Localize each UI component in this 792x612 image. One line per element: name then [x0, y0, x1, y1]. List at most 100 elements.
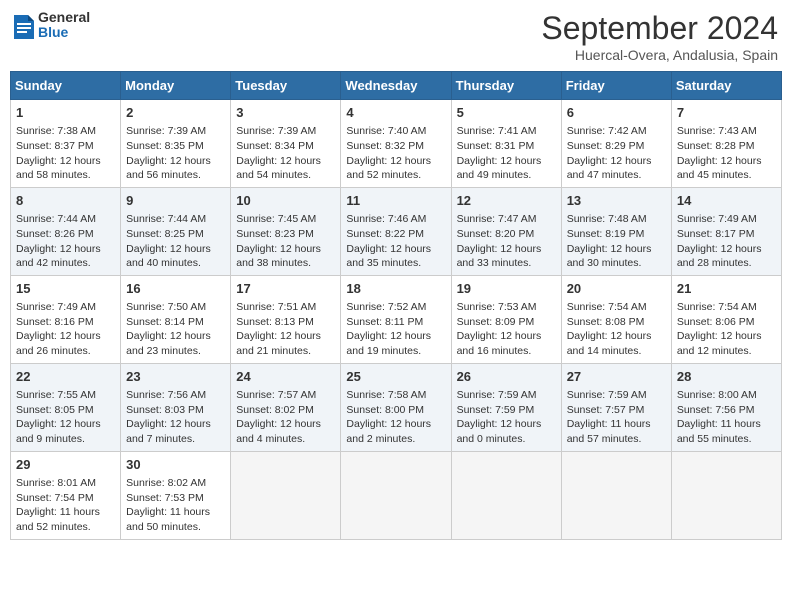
calendar-cell: 18Sunrise: 7:52 AMSunset: 8:11 PMDayligh… [341, 275, 451, 363]
day-info: Daylight: 12 hours [16, 417, 115, 432]
calendar-cell [451, 451, 561, 539]
day-number: 13 [567, 192, 666, 210]
day-info: Sunrise: 7:52 AM [346, 300, 445, 315]
day-number: 12 [457, 192, 556, 210]
day-number: 15 [16, 280, 115, 298]
day-number: 23 [126, 368, 225, 386]
logo-icon [14, 11, 34, 39]
day-info: Sunrise: 7:47 AM [457, 212, 556, 227]
day-number: 10 [236, 192, 335, 210]
day-info: Daylight: 11 hours [567, 417, 666, 432]
day-info: Sunrise: 7:59 AM [457, 388, 556, 403]
day-info: and 4 minutes. [236, 432, 335, 447]
day-info: Daylight: 12 hours [346, 154, 445, 169]
day-info: Sunrise: 7:42 AM [567, 124, 666, 139]
calendar-cell: 25Sunrise: 7:58 AMSunset: 8:00 PMDayligh… [341, 363, 451, 451]
day-info: Daylight: 11 hours [677, 417, 776, 432]
day-number: 20 [567, 280, 666, 298]
day-info: Sunrise: 7:43 AM [677, 124, 776, 139]
day-info: Daylight: 12 hours [236, 417, 335, 432]
day-info: Sunrise: 7:55 AM [16, 388, 115, 403]
calendar-cell [671, 451, 781, 539]
day-info: and 19 minutes. [346, 344, 445, 359]
day-info: Daylight: 12 hours [126, 417, 225, 432]
day-info: Sunset: 8:03 PM [126, 403, 225, 418]
day-info: Sunrise: 7:49 AM [677, 212, 776, 227]
day-info: Sunset: 8:02 PM [236, 403, 335, 418]
day-info: and 45 minutes. [677, 168, 776, 183]
calendar-cell: 16Sunrise: 7:50 AMSunset: 8:14 PMDayligh… [121, 275, 231, 363]
logo: General Blue [14, 10, 90, 41]
day-info: Sunset: 8:28 PM [677, 139, 776, 154]
day-info: Sunset: 8:06 PM [677, 315, 776, 330]
calendar-cell: 24Sunrise: 7:57 AMSunset: 8:02 PMDayligh… [231, 363, 341, 451]
day-number: 8 [16, 192, 115, 210]
day-number: 22 [16, 368, 115, 386]
day-info: Sunset: 7:53 PM [126, 491, 225, 506]
day-number: 16 [126, 280, 225, 298]
day-number: 24 [236, 368, 335, 386]
day-info: Sunset: 8:14 PM [126, 315, 225, 330]
day-info: Sunset: 8:11 PM [346, 315, 445, 330]
day-info: and 21 minutes. [236, 344, 335, 359]
day-info: Daylight: 12 hours [346, 329, 445, 344]
day-info: Sunset: 8:08 PM [567, 315, 666, 330]
day-info: and 26 minutes. [16, 344, 115, 359]
calendar-cell: 17Sunrise: 7:51 AMSunset: 8:13 PMDayligh… [231, 275, 341, 363]
day-info: Sunrise: 7:39 AM [126, 124, 225, 139]
day-info: and 9 minutes. [16, 432, 115, 447]
day-info: Sunrise: 7:51 AM [236, 300, 335, 315]
day-info: and 56 minutes. [126, 168, 225, 183]
day-info: Daylight: 12 hours [126, 154, 225, 169]
day-info: Daylight: 12 hours [677, 154, 776, 169]
day-info: Daylight: 12 hours [457, 417, 556, 432]
day-info: Sunrise: 7:44 AM [16, 212, 115, 227]
day-info: Sunrise: 7:45 AM [236, 212, 335, 227]
header-sunday: Sunday [11, 72, 121, 100]
calendar-cell: 27Sunrise: 7:59 AMSunset: 7:57 PMDayligh… [561, 363, 671, 451]
day-info: and 16 minutes. [457, 344, 556, 359]
day-info: Sunset: 8:05 PM [16, 403, 115, 418]
day-info: and 57 minutes. [567, 432, 666, 447]
day-info: Daylight: 12 hours [236, 154, 335, 169]
calendar-cell [231, 451, 341, 539]
calendar-cell: 22 Sunrise: 7:55 AMSunset: 8:05 PMDayligh… [11, 363, 121, 451]
day-info: Sunset: 8:25 PM [126, 227, 225, 242]
day-number: 27 [567, 368, 666, 386]
calendar-cell: 13Sunrise: 7:48 AMSunset: 8:19 PMDayligh… [561, 187, 671, 275]
day-info: Sunrise: 8:00 AM [677, 388, 776, 403]
calendar-table: SundayMondayTuesdayWednesdayThursdayFrid… [10, 71, 782, 540]
day-info: Sunset: 8:37 PM [16, 139, 115, 154]
day-info: Sunset: 8:17 PM [677, 227, 776, 242]
day-number: 14 [677, 192, 776, 210]
day-number: 4 [346, 104, 445, 122]
day-info: and 47 minutes. [567, 168, 666, 183]
day-number: 25 [346, 368, 445, 386]
day-info: Sunrise: 8:02 AM [126, 476, 225, 491]
day-info: and 23 minutes. [126, 344, 225, 359]
calendar-cell: 15Sunrise: 7:49 AMSunset: 8:16 PMDayligh… [11, 275, 121, 363]
day-number: 1 [16, 104, 115, 122]
day-info: Sunset: 8:20 PM [457, 227, 556, 242]
day-info: Sunrise: 8:01 AM [16, 476, 115, 491]
day-info: Sunset: 8:09 PM [457, 315, 556, 330]
location: Huercal-Overa, Andalusia, Spain [541, 47, 778, 63]
day-info: Daylight: 12 hours [236, 329, 335, 344]
day-info: and 55 minutes. [677, 432, 776, 447]
day-info: Sunrise: 7:39 AM [236, 124, 335, 139]
day-info: and 52 minutes. [346, 168, 445, 183]
day-info: Daylight: 12 hours [567, 329, 666, 344]
calendar-cell: 10Sunrise: 7:45 AMSunset: 8:23 PMDayligh… [231, 187, 341, 275]
calendar-cell: 1Sunrise: 7:38 AMSunset: 8:37 PMDaylight… [11, 100, 121, 188]
calendar-cell: 14Sunrise: 7:49 AMSunset: 8:17 PMDayligh… [671, 187, 781, 275]
calendar-cell: 2Sunrise: 7:39 AMSunset: 8:35 PMDaylight… [121, 100, 231, 188]
calendar-cell: 20Sunrise: 7:54 AMSunset: 8:08 PMDayligh… [561, 275, 671, 363]
day-info: Daylight: 12 hours [677, 329, 776, 344]
week-row-2: 8Sunrise: 7:44 AMSunset: 8:26 PMDaylight… [11, 187, 782, 275]
header-row: SundayMondayTuesdayWednesdayThursdayFrid… [11, 72, 782, 100]
day-info: Sunset: 8:23 PM [236, 227, 335, 242]
day-info: Daylight: 12 hours [16, 154, 115, 169]
calendar-cell: 29Sunrise: 8:01 AMSunset: 7:54 PMDayligh… [11, 451, 121, 539]
day-info: Daylight: 12 hours [457, 154, 556, 169]
day-number: 28 [677, 368, 776, 386]
